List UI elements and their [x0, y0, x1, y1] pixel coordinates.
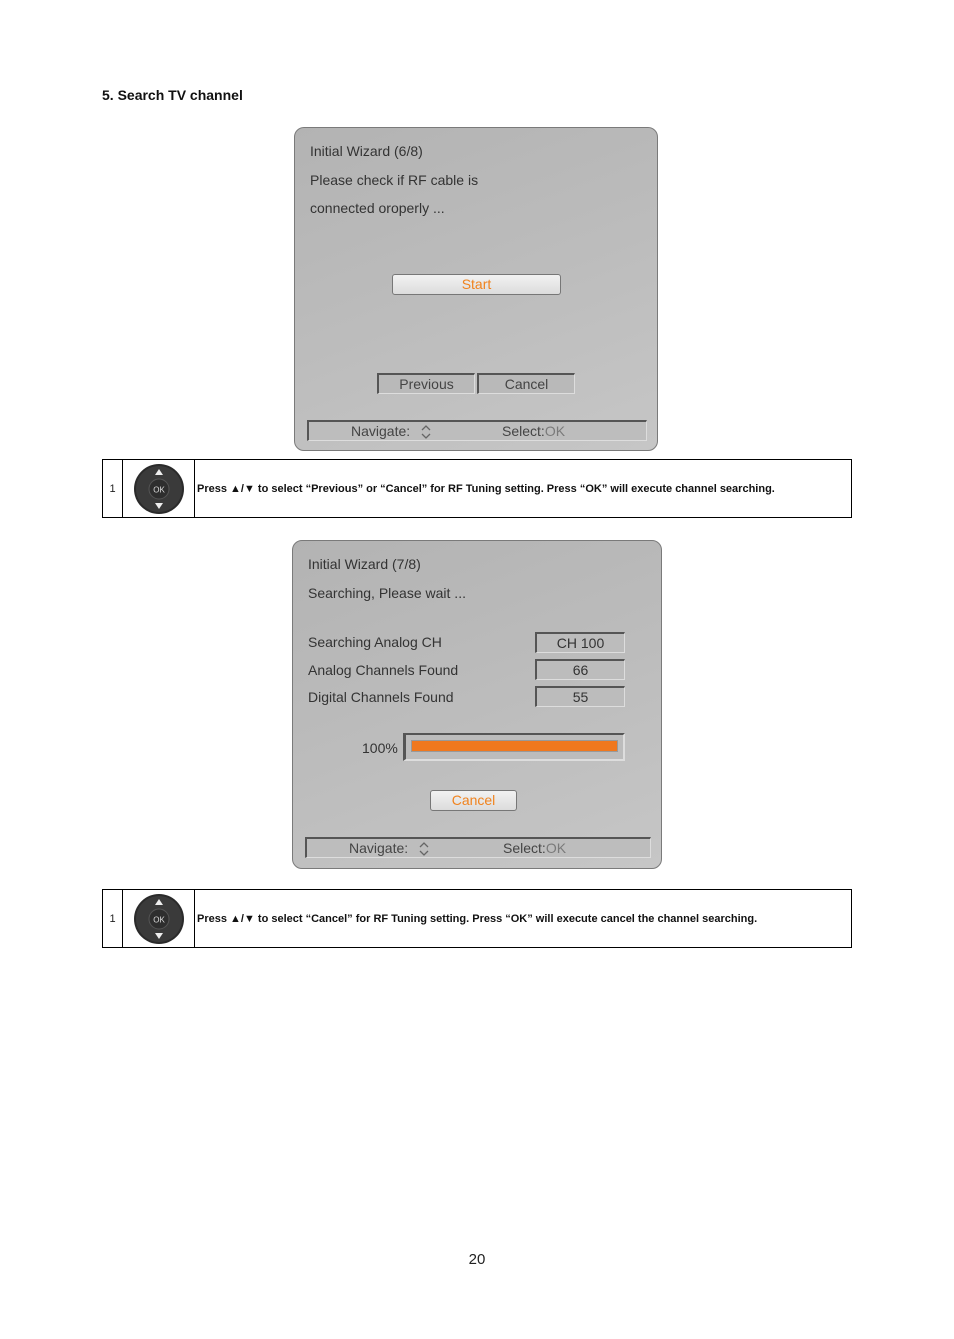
ok-key-label: OK — [544, 423, 566, 439]
wizard-7-dialog: Initial Wizard (7/8) Searching, Please w… — [292, 540, 662, 869]
row-label-analog-channels-found: Analog Channels Found — [308, 662, 459, 678]
row-value-digital-channels-found: 55 — [535, 686, 625, 707]
status-bar: Navigate: Select:OK — [305, 837, 651, 858]
wizard-title: Initial Wizard (7/8) — [308, 556, 421, 572]
cancel-button[interactable]: Cancel — [477, 373, 575, 394]
row-value-searching-analog-ch: CH 100 — [535, 632, 625, 653]
navigate-hint: Navigate: — [349, 840, 430, 857]
navigate-label: Navigate: — [351, 423, 411, 439]
instruction-row: 1 OK Press ▲/▼ to select “Previous” or “… — [102, 459, 852, 518]
navigate-label: Navigate: — [349, 840, 409, 856]
select-hint: Select:OK — [502, 423, 565, 439]
progress-bar — [403, 733, 625, 761]
select-label: Select: — [503, 840, 546, 856]
wizard-message-line1: Please check if RF cable is — [310, 172, 479, 188]
row-value-analog-channels-found: 66 — [535, 659, 625, 680]
svg-text:OK: OK — [153, 915, 165, 924]
progress-fill — [411, 740, 618, 752]
select-hint: Select:OK — [503, 840, 566, 856]
up-down-arrows-icon — [421, 425, 431, 440]
instruction-row: 1 OK Press ▲/▼ to select “Cancel” for RF… — [102, 889, 852, 948]
remote-dpad-cell: OK — [123, 890, 195, 947]
row-label-digital-channels-found: Digital Channels Found — [308, 689, 454, 705]
progress-percent-label: 100% — [362, 740, 398, 756]
status-bar: Navigate: Select:OK — [307, 420, 647, 441]
instruction-text: Press ▲/▼ to select “Previous” or “Cance… — [197, 482, 775, 495]
section-title: 5. Search TV channel — [102, 87, 243, 103]
ok-key-label: OK — [545, 840, 567, 856]
step-number: 1 — [103, 890, 123, 947]
wizard-title: Initial Wizard (6/8) — [310, 143, 423, 159]
row-label-searching-analog-ch: Searching Analog CH — [308, 634, 442, 650]
dpad-ok-icon: OK — [133, 893, 184, 944]
up-down-arrows-icon — [419, 842, 429, 857]
previous-button[interactable]: Previous — [377, 373, 475, 394]
wizard-6-dialog: Initial Wizard (6/8) Please check if RF … — [294, 127, 658, 451]
select-label: Select: — [502, 423, 545, 439]
cancel-button[interactable]: Cancel — [430, 790, 517, 811]
wizard-message-line2: connected oroperly ... — [310, 200, 445, 216]
svg-text:OK: OK — [153, 485, 165, 494]
start-button[interactable]: Start — [392, 274, 561, 295]
remote-dpad-cell: OK — [123, 460, 195, 517]
wizard-message: Searching, Please wait ... — [308, 585, 466, 601]
step-number: 1 — [103, 460, 123, 517]
dpad-ok-icon: OK — [133, 463, 184, 514]
instruction-text: Press ▲/▼ to select “Cancel” for RF Tuni… — [197, 912, 758, 925]
navigate-hint: Navigate: — [351, 423, 432, 440]
page-number: 20 — [468, 1251, 486, 1268]
